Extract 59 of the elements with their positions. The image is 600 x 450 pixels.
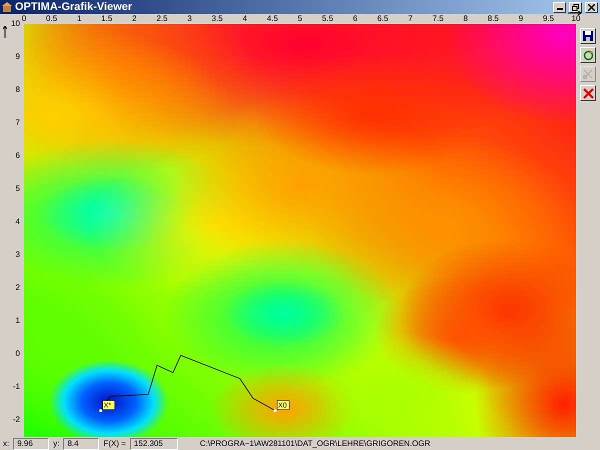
restore-icon — [572, 4, 579, 10]
y-tick-label: 6 — [16, 152, 20, 160]
x-tick-label: 4.5 — [266, 15, 278, 23]
x-tick-label: 2.5 — [156, 15, 168, 23]
x-tick-label: 3.5 — [212, 15, 223, 23]
x-label: x: — [3, 439, 10, 448]
x-tick-label: 7 — [408, 15, 413, 23]
window-title: OPTIMA-Grafik-Viewer — [15, 1, 134, 13]
x-axis-arrow-icon — [568, 11, 582, 15]
close-icon — [582, 88, 594, 98]
x-tick-label: 2 — [132, 15, 137, 23]
x-tick-label: 9 — [518, 15, 524, 23]
refresh-button[interactable] — [580, 47, 596, 63]
y-label: y: — [53, 439, 60, 448]
x-tick-label: 6 — [352, 15, 358, 23]
y-tick-label: 9 — [16, 53, 20, 62]
y-tick-label: 4 — [16, 218, 20, 226]
scissors-icon — [583, 69, 593, 79]
y-tick-label: 0 — [16, 350, 20, 358]
x-tick-label: 10 — [572, 15, 580, 23]
x-tick-label: 1 — [76, 15, 82, 23]
y-tick-label: 5 — [16, 185, 20, 194]
y-value-field: 8.4 — [63, 438, 100, 450]
close-icon — [588, 4, 595, 10]
y-tick-label: 8 — [16, 86, 20, 94]
x-tick-label: 9.5 — [542, 15, 554, 23]
x-tick-label: 0.5 — [46, 15, 58, 23]
function-value-label: F(X) = — [103, 439, 126, 448]
save-icon — [583, 31, 593, 41]
close-button[interactable] — [580, 85, 596, 101]
y-axis-arrow-icon — [3, 26, 7, 38]
restore-button[interactable] — [569, 2, 582, 12]
x-tick-label: 7.5 — [432, 15, 444, 23]
point-marker-icon — [99, 409, 102, 412]
y-tick-label: -1 — [12, 383, 20, 392]
x-tick-label: 5 — [298, 15, 302, 23]
close-button[interactable] — [585, 2, 598, 12]
x-tick-label: 8 — [463, 15, 468, 23]
y-tick-label: 3 — [16, 251, 20, 260]
y-tick-label: 1 — [16, 317, 20, 326]
x-tick-label: 1.5 — [101, 15, 112, 23]
x-tick-label: 4 — [242, 15, 248, 23]
y-tick-label: 7 — [16, 119, 20, 128]
x-tick-label: 8.5 — [488, 15, 499, 23]
y-tick-label: 2 — [16, 284, 20, 292]
x-value-field: 9.96 — [13, 438, 50, 450]
y-tick-label: -2 — [12, 416, 20, 424]
x-tick-label: 0 — [22, 15, 26, 23]
x-tick-label: 3 — [187, 15, 192, 23]
x-tick-label: 6.5 — [377, 15, 388, 23]
function-value-field: 152.305 — [130, 438, 178, 450]
save-button[interactable] — [580, 28, 596, 44]
x-tick-label: 5.5 — [322, 15, 334, 23]
point-marker-icon — [274, 409, 277, 412]
y-tick-label: 10 — [11, 20, 20, 28]
minimize-button[interactable] — [553, 2, 566, 12]
file-path: C:\PROGRA~1\AW281101\DAT_OGR\LEHRE\GRIGOREN.OGR — [200, 439, 430, 448]
app-icon — [2, 2, 12, 12]
refresh-icon — [582, 50, 594, 60]
